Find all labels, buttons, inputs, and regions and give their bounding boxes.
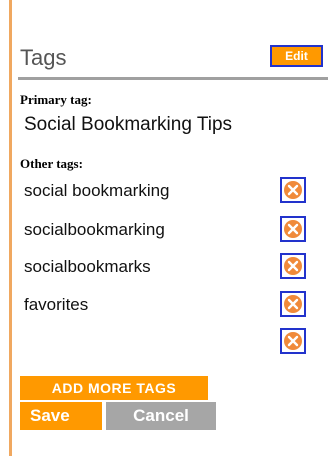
header-divider (18, 77, 328, 80)
remove-circle-icon (284, 220, 302, 238)
remove-tag-button[interactable] (280, 177, 306, 203)
tag-label: social bookmarking (24, 181, 170, 200)
edit-button[interactable]: Edit (270, 45, 323, 67)
panel-title: Tags (20, 45, 67, 70)
tag-label: socialbookmarks (24, 257, 151, 276)
remove-circle-icon (284, 257, 302, 275)
tag-row: favorites (22, 291, 312, 319)
tag-row (22, 328, 312, 356)
tag-row: socialbookmarks (22, 253, 312, 281)
save-button[interactable]: Save (20, 402, 102, 430)
tag-row: socialbookmarking (22, 216, 312, 244)
remove-circle-icon (284, 332, 302, 350)
tag-label: favorites (24, 295, 89, 314)
other-tags-label: Other tags: (20, 156, 83, 171)
remove-tag-button[interactable] (280, 216, 306, 242)
tag-row: social bookmarking (22, 177, 312, 205)
primary-tag-value: Social Bookmarking Tips (24, 114, 233, 135)
tags-panel: Tags Edit Primary tag: Social Bookmarkin… (0, 0, 333, 456)
add-more-tags-button[interactable]: ADD MORE TAGS (20, 376, 208, 400)
cancel-button[interactable]: Cancel (106, 402, 216, 430)
remove-circle-icon (284, 181, 302, 199)
primary-tag-label: Primary tag: (20, 92, 92, 107)
left-border (9, 0, 12, 456)
remove-tag-button[interactable] (280, 291, 306, 317)
remove-tag-button[interactable] (280, 253, 306, 279)
tag-label: socialbookmarking (24, 220, 165, 239)
remove-tag-button[interactable] (280, 328, 306, 354)
remove-circle-icon (284, 295, 302, 313)
